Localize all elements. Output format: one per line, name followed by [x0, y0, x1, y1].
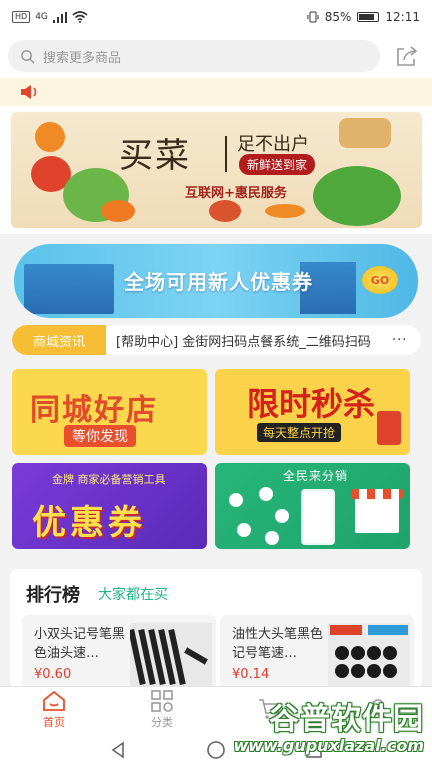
user-node-icon	[229, 493, 243, 507]
status-left: HD 4G	[12, 11, 88, 23]
vibrate-icon	[307, 11, 319, 23]
ranking-subtitle[interactable]: 大家都在买	[98, 584, 168, 604]
phone-icon	[301, 489, 335, 545]
tile-badge: 金牌 商家必备营销工具	[52, 473, 166, 486]
news-label: 商城资讯	[12, 325, 106, 355]
search-icon	[21, 49, 35, 64]
notice-bar[interactable]	[0, 78, 432, 106]
coin-icon: GO	[362, 266, 398, 294]
wifi-icon	[72, 11, 88, 23]
watermark-logo: 谷普软件园 www.gupuxlazal.com	[228, 690, 432, 768]
coupon-banner[interactable]: 全场可用新人优惠券 GO	[14, 244, 418, 318]
shop-awning	[351, 489, 403, 499]
network-label: 4G	[35, 12, 48, 22]
tile-local-shops[interactable]: 同城好店 等你发现	[12, 369, 207, 455]
watermark-title: 谷普软件园	[269, 702, 424, 737]
grid-icon	[151, 689, 173, 712]
greens-icon	[313, 166, 401, 226]
news-more[interactable]: ···	[392, 333, 407, 348]
tab-label: 分类	[151, 715, 173, 729]
banner-divider	[225, 136, 227, 172]
news-headline[interactable]: [帮助中心] 金街网扫码点餐系统_二维码扫码	[106, 331, 390, 350]
product-image	[128, 623, 212, 689]
battery-percent: 85%	[324, 10, 352, 24]
tab-category[interactable]: 分类	[108, 687, 216, 732]
signal-icon	[52, 11, 67, 23]
status-right: 85% 12:11	[307, 10, 420, 24]
product-price: ¥0.60	[34, 667, 72, 682]
banner-pill: 新鲜送到家	[239, 154, 316, 175]
product-card[interactable]: 小双头记号笔黑色油头速… ¥0.60	[22, 615, 216, 691]
coin-text: GO	[370, 273, 390, 287]
battery-fill	[359, 14, 375, 20]
product-price: ¥0.14	[232, 667, 270, 682]
product-name: 油性大头笔黑色记号笔速…	[232, 627, 324, 661]
banner-title: 买菜	[119, 136, 191, 176]
hd-badge: HD	[12, 11, 31, 23]
home-nav-icon[interactable]	[206, 740, 226, 760]
tile-distribution[interactable]: 全民来分销	[215, 463, 410, 549]
tile-title: 优惠券	[32, 503, 146, 543]
news-bar[interactable]: 商城资讯 [帮助中心] 金街网扫码点餐系统_二维码扫码 ···	[12, 325, 421, 355]
product-image	[328, 623, 410, 689]
coupon-text: 全场可用新人优惠券	[124, 270, 313, 294]
user-node-icon	[265, 531, 279, 545]
tile-subtitle: 等你发现	[64, 425, 136, 447]
marker-pen-image	[128, 623, 212, 689]
shop-icon	[355, 493, 399, 533]
tile-coupon[interactable]: 金牌 商家必备营销工具 优惠券	[12, 463, 207, 549]
tile-subtitle: 每天整点开抢	[257, 423, 342, 442]
plate-icon	[209, 200, 241, 222]
home-icon	[43, 690, 65, 711]
search-input[interactable]: 搜索更多商品	[8, 40, 380, 72]
carrot-icon	[101, 200, 135, 222]
search-row: 搜索更多商品	[0, 34, 432, 78]
share-icon	[397, 46, 418, 66]
city-skyline	[24, 264, 114, 314]
user-node-icon	[275, 509, 289, 523]
battery-icon	[357, 12, 380, 22]
back-icon[interactable]	[109, 741, 127, 759]
search-placeholder: 搜索更多商品	[43, 50, 122, 66]
tile-title: 全民来分销	[283, 469, 349, 483]
tile-title: 限时秒杀	[247, 385, 376, 423]
speaker-icon	[21, 85, 37, 99]
banner-subtitle: 足不出户	[237, 134, 309, 155]
clock: 12:11	[385, 10, 420, 24]
main-banner[interactable]: 买菜 足不出户 新鲜送到家 互联网+惠民服务	[11, 112, 422, 228]
product-card[interactable]: 油性大头笔黑色记号笔速… ¥0.14	[220, 615, 414, 691]
tile-title: 同城好店	[30, 393, 158, 428]
marker-pen-image	[328, 623, 410, 689]
share-button[interactable]	[394, 43, 420, 69]
tab-home[interactable]: 首页	[0, 687, 108, 732]
radish-icon	[265, 204, 305, 218]
user-node-icon	[259, 487, 273, 501]
user-node-icon	[237, 523, 251, 537]
product-name: 小双头记号笔黑色油头速…	[34, 627, 126, 661]
tile-flash-sale[interactable]: 限时秒杀 每天整点开抢	[215, 369, 410, 455]
watermark-url: www.gupuxlazal.com	[233, 736, 424, 755]
bread-icon	[339, 118, 391, 148]
status-bar: HD 4G 85% 12:11	[0, 0, 432, 34]
gift-icon	[377, 411, 401, 445]
ranking-title: 排行榜	[26, 585, 80, 606]
tab-label: 首页	[43, 715, 65, 729]
banner-tagline: 互联网+惠民服务	[185, 186, 287, 201]
pepper-icon	[35, 122, 65, 152]
ranking-section: 排行榜 大家都在买 小双头记号笔黑色油头速… ¥0.60 油性大头笔黑色记号笔速…	[10, 569, 422, 691]
